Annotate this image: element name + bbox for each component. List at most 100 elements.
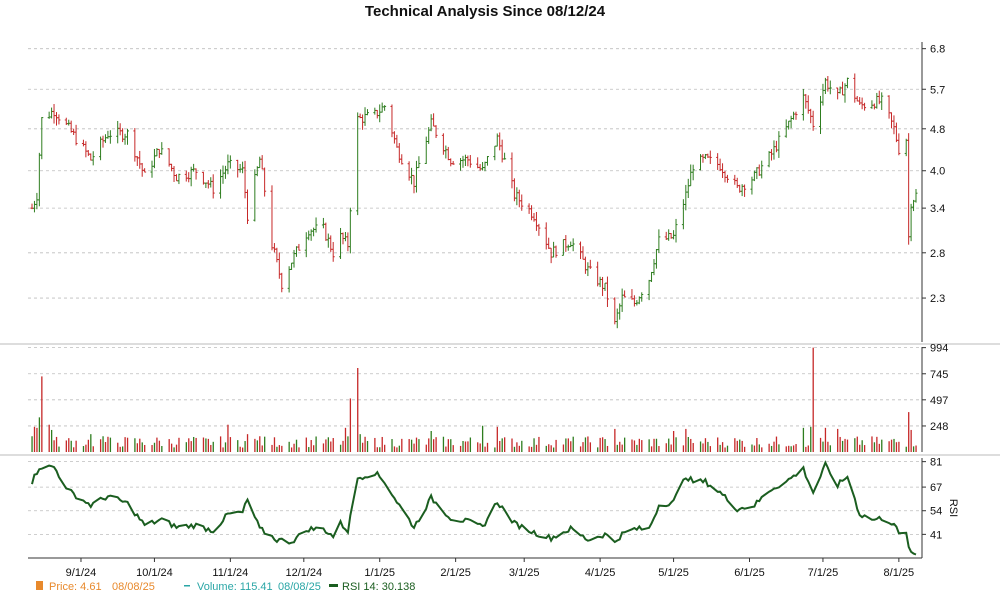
volume-bar	[136, 443, 138, 452]
price-bar	[103, 134, 107, 143]
price-bar	[767, 151, 771, 168]
volume-bar	[271, 444, 273, 452]
volume-bar	[496, 426, 498, 452]
volume-bar	[359, 434, 361, 452]
price-bar	[417, 156, 421, 169]
volume-bar	[861, 440, 863, 452]
price-bar	[534, 212, 538, 231]
price-bar	[118, 123, 122, 136]
volume-bar	[41, 376, 43, 452]
volume-bar	[464, 441, 467, 452]
price-bar	[760, 160, 764, 179]
price-bar	[172, 166, 176, 182]
price-bar	[223, 165, 227, 179]
price-bar	[84, 141, 88, 158]
volume-bar	[92, 446, 94, 452]
volume-bar	[38, 417, 41, 452]
volume-bar	[721, 442, 724, 452]
volume-bar	[773, 441, 775, 452]
volume-bar	[477, 442, 479, 452]
volume-bar	[839, 436, 841, 452]
volume-bar	[790, 446, 792, 452]
price-bar	[897, 133, 901, 156]
price-bar	[860, 97, 864, 110]
volume-bar	[82, 446, 85, 452]
price-tick-label: 2.3	[930, 293, 945, 305]
volume-bar	[212, 441, 214, 452]
price-bar	[461, 155, 465, 168]
volume-tick-label: 745	[930, 369, 948, 381]
volume-bar	[158, 440, 161, 452]
price-bar	[755, 167, 759, 180]
price-bar	[623, 290, 627, 298]
price-bar	[667, 229, 671, 241]
price-bar	[209, 177, 213, 188]
volume-bar	[775, 436, 778, 452]
price-bar	[126, 128, 130, 145]
price-bar	[890, 112, 894, 129]
volume-bar	[668, 438, 670, 452]
volume-bar	[90, 434, 92, 452]
price-bar	[757, 164, 761, 176]
price-bar	[290, 262, 294, 270]
price-bar	[684, 184, 688, 211]
volume-bar	[153, 442, 156, 452]
volume-bar	[670, 444, 672, 452]
volume-bar	[819, 437, 822, 452]
price-bar	[108, 130, 112, 144]
volume-bar	[805, 446, 807, 452]
technical-analysis-chart: Technical Analysis Since 08/12/24 6.8 5.7…	[0, 0, 1000, 600]
volume-bar	[259, 436, 261, 452]
rsi-tick-label: 67	[930, 482, 942, 494]
price-bar	[375, 109, 379, 119]
price-bar	[811, 110, 815, 131]
volume-tick-label: 994	[930, 343, 948, 355]
volume-bar	[408, 439, 410, 452]
price-bar	[152, 148, 156, 169]
volume-bar	[545, 445, 547, 452]
volume-bar	[479, 443, 481, 452]
price-bar	[495, 133, 499, 147]
price-tick-label: 2.8	[930, 248, 945, 260]
volume-bar	[873, 442, 876, 452]
price-bar	[91, 151, 95, 166]
volume-bar	[565, 438, 567, 452]
volume-bar	[144, 444, 146, 452]
x-tick-label: 10/1/24	[136, 567, 173, 579]
price-tick-label: 6.8	[930, 44, 945, 56]
volume-bar	[724, 447, 726, 452]
price-bar	[792, 111, 796, 120]
volume-bar	[597, 447, 599, 452]
price-bar	[481, 162, 485, 171]
volume-bar	[915, 445, 917, 452]
volume-tick-label: 248	[930, 421, 948, 433]
volume-bar	[462, 440, 464, 452]
price-bar	[280, 272, 284, 293]
price-bar	[258, 156, 262, 169]
volume-bar	[374, 437, 376, 452]
price-bar	[326, 233, 330, 248]
chart-title: Technical Analysis Since 08/12/24	[365, 3, 606, 20]
volume-bar	[841, 440, 844, 452]
price-bar	[686, 178, 690, 199]
price-bar	[774, 140, 778, 153]
volume-bar	[623, 437, 626, 452]
volume-bar	[802, 427, 805, 452]
volume-bar	[410, 439, 413, 452]
volume-bar	[119, 446, 121, 452]
volume-bar	[631, 439, 633, 452]
volume-bar	[601, 437, 604, 452]
volume-bar	[361, 442, 364, 452]
price-bar	[174, 174, 178, 182]
price-bar	[307, 230, 311, 241]
volume-bar	[175, 444, 178, 452]
price-tick-label: 4.0	[930, 166, 945, 178]
price-bar	[598, 276, 602, 288]
volume-bar	[384, 444, 386, 452]
volume-bar	[785, 446, 787, 452]
price-bar	[441, 133, 445, 155]
price-bar	[424, 136, 428, 164]
volume-bar	[739, 439, 741, 452]
volume-bar	[126, 437, 129, 452]
price-bar	[735, 177, 739, 189]
